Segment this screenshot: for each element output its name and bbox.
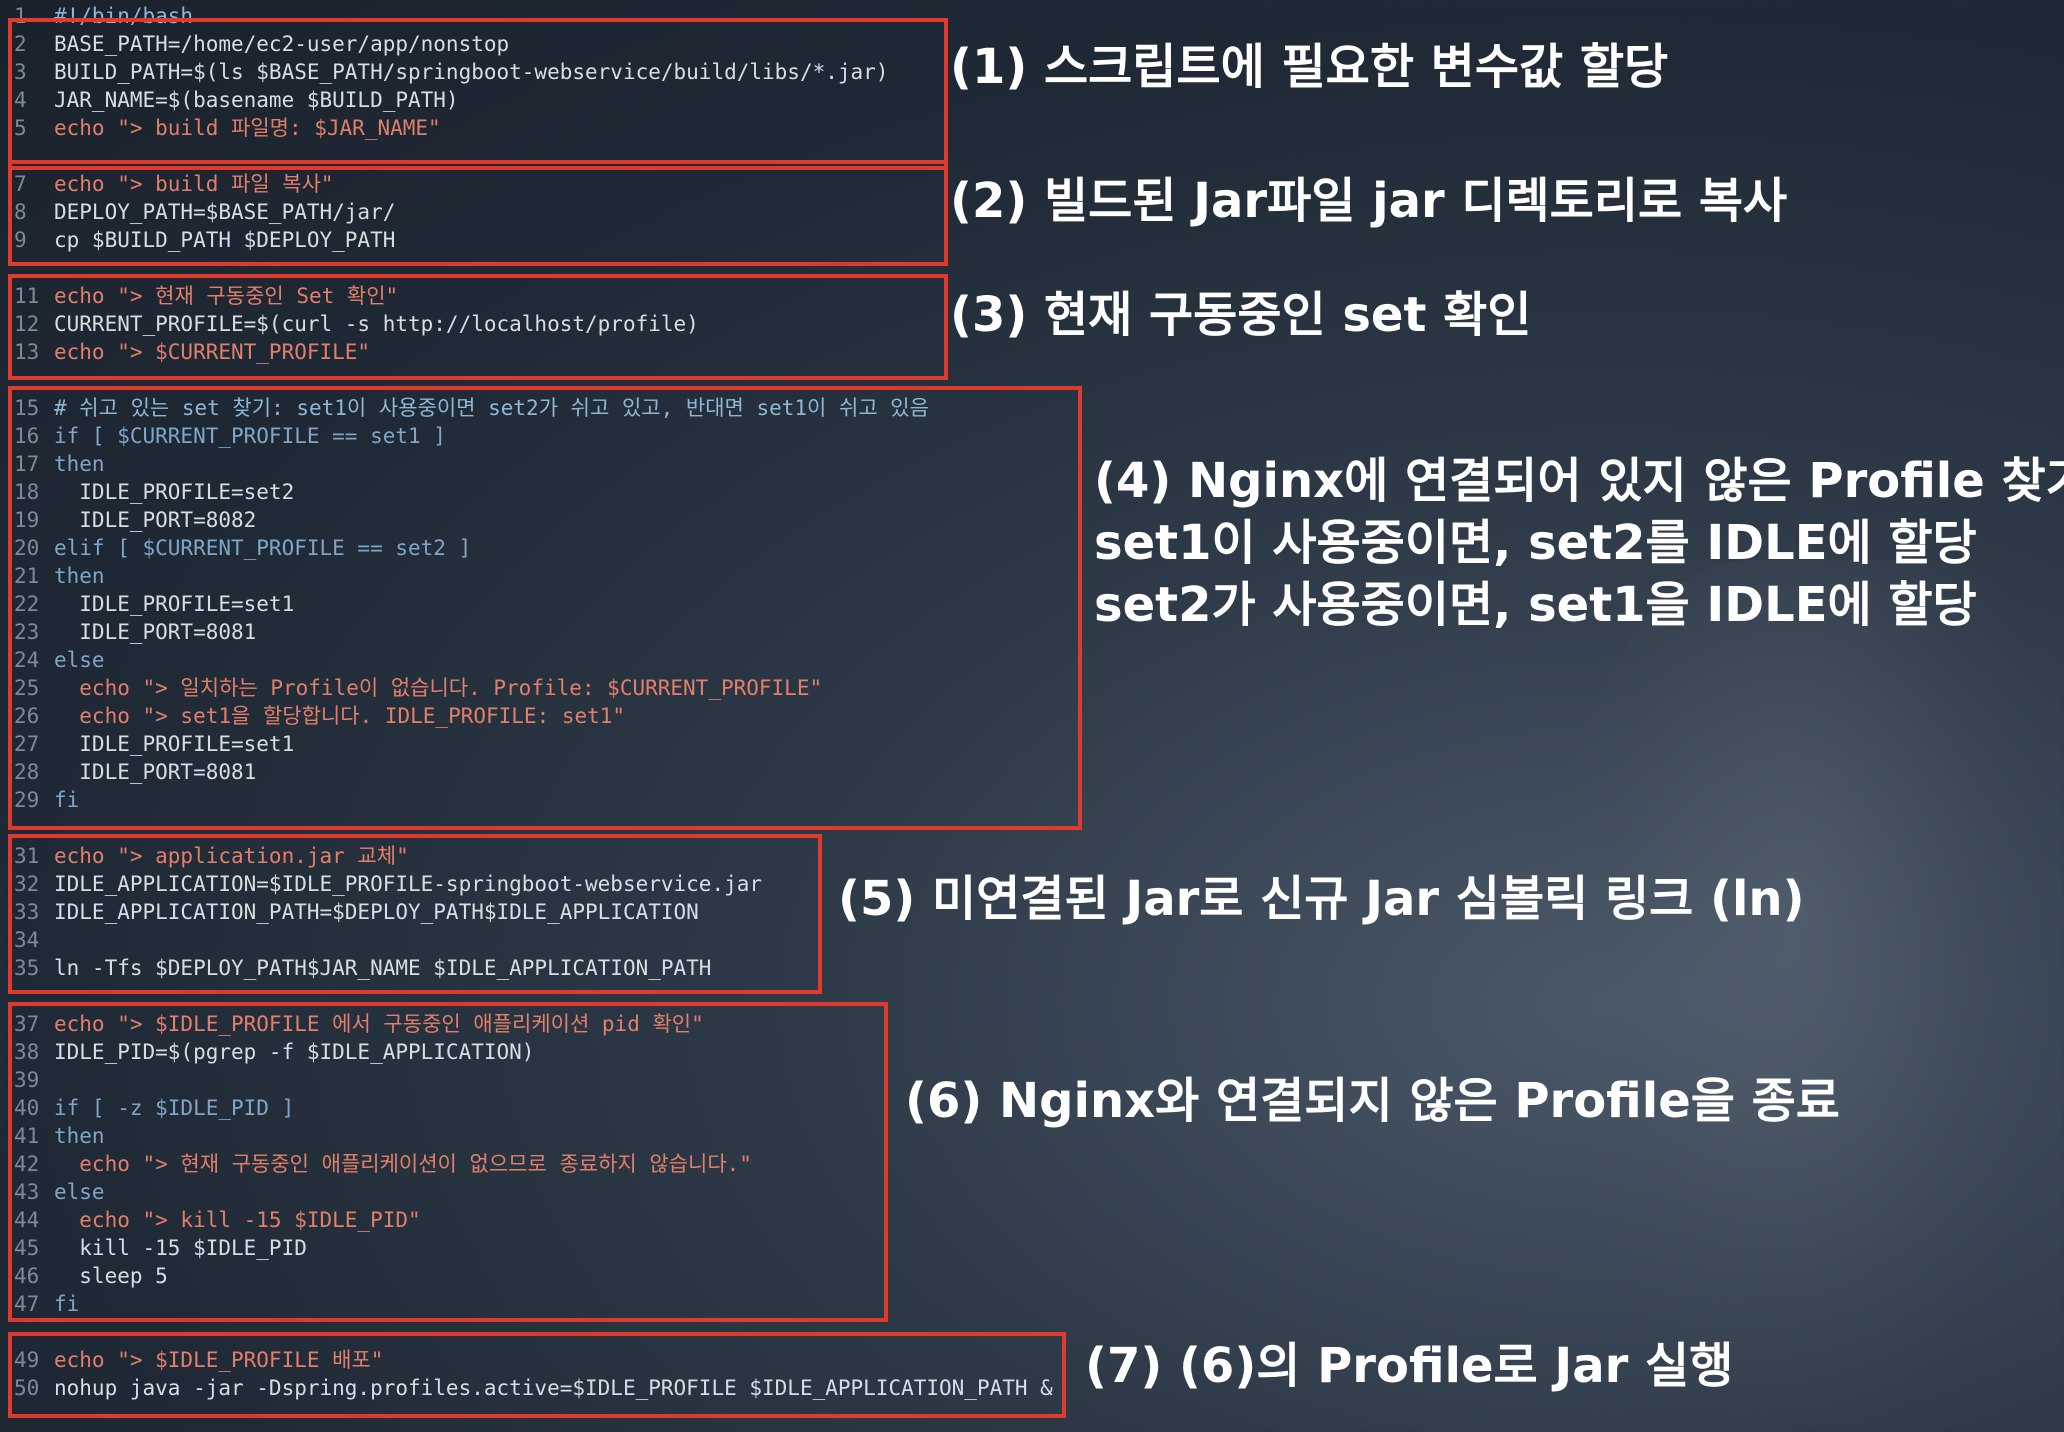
annotation-label: (3) 현재 구동중인 set 확인 [950,287,1532,343]
annotation-label: (1) 스크립트에 필요한 변수값 할당 [950,39,1669,95]
annotation-box [8,1332,1066,1418]
annotation-label: (7) (6)의 Profile로 Jar 실행 [1085,1338,1734,1394]
code-editor: 1 #!/bin/bash 2 BASE_PATH=/home/ec2-user/ap… [0,0,2064,1432]
annotated-terminal-screenshot: 1 #!/bin/bash 2 BASE_PATH=/home/ec2-user/ap… [0,0,2064,1432]
annotation-label: (4) Nginx에 연결되어 있지 않은 Profile 찾기 set1이 사… [1094,453,2064,633]
annotation-box [8,1002,888,1322]
annotation-label: (2) 빌드된 Jar파일 jar 디렉토리로 복사 [950,173,1788,229]
annotation-box [8,834,822,994]
annotation-box [8,274,948,380]
annotation-label: (5) 미연결된 Jar로 신규 Jar 심볼릭 링크 (ln) [838,871,1805,927]
annotation-box [8,160,948,266]
annotation-box [8,18,948,170]
annotation-label: (6) Nginx와 연결되지 않은 Profile을 종료 [905,1073,1840,1129]
annotation-box [8,386,1082,830]
